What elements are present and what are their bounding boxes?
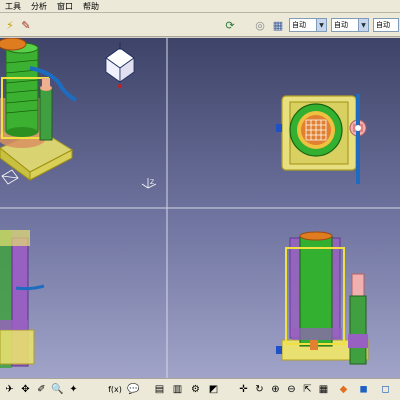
- line-type-combo[interactable]: 自动 ▼: [289, 18, 327, 32]
- catalog-icon[interactable]: ▤: [152, 382, 167, 397]
- bottom-toolbar: ✈ ✥ ✐ 🔍 ✦ f(x) 💬 ▤ ▥ ⚙ ◩ ✛ ↻ ⊕ ⊖ ⇱ ▦ ◆ ◼…: [0, 378, 400, 400]
- line-type-value: 自动: [292, 21, 306, 29]
- normal-view-icon[interactable]: ⇱: [300, 382, 315, 397]
- pan-icon[interactable]: ✛: [236, 382, 251, 397]
- link-icon[interactable]: ✎: [18, 17, 34, 33]
- zoom-out-icon[interactable]: ⊖: [284, 382, 299, 397]
- update-icon[interactable]: ⟳: [222, 17, 238, 33]
- axis-triad: Z: [141, 178, 157, 189]
- snap-icon[interactable]: ⚡: [2, 17, 18, 33]
- move-icon[interactable]: ✥: [18, 382, 33, 397]
- top-toolbar: ⚡ ✎ ⟳ ◎ ▦ 自动 ▼ 自动 ▼ 自动: [0, 13, 400, 37]
- draw-icon[interactable]: ✐: [34, 382, 49, 397]
- multi-view-icon[interactable]: ▦: [316, 382, 331, 397]
- fly-mode-icon[interactable]: ✈: [2, 382, 17, 397]
- chevron-down-icon[interactable]: ▼: [316, 19, 326, 31]
- layer-value: 自动: [376, 21, 390, 29]
- model-viewport[interactable]: Z: [0, 38, 400, 378]
- chevron-down-icon[interactable]: ▼: [358, 19, 368, 31]
- hide-show-icon[interactable]: ◻: [378, 382, 393, 397]
- top-view: [276, 94, 367, 184]
- menu-help[interactable]: 帮助: [78, 0, 104, 13]
- menu-analysis[interactable]: 分析: [26, 0, 52, 13]
- axis-z-label: Z: [150, 179, 154, 186]
- isometric-assembly-view: Z: [0, 38, 157, 189]
- menu-window[interactable]: 窗口: [52, 0, 78, 13]
- menu-tools[interactable]: 工具: [0, 0, 26, 13]
- analysis-icon[interactable]: ⚙: [188, 382, 203, 397]
- shading-icon[interactable]: ◼: [356, 382, 371, 397]
- line-weight-value: 自动: [334, 21, 348, 29]
- compass-icon[interactable]: ✦: [66, 382, 81, 397]
- zoom-in-icon[interactable]: ⊕: [268, 382, 283, 397]
- render-mode-icon[interactable]: ▦: [270, 17, 286, 33]
- layer-combo[interactable]: 自动: [373, 18, 399, 32]
- viewport-canvas[interactable]: Z: [0, 38, 400, 378]
- line-weight-combo[interactable]: 自动 ▼: [331, 18, 369, 32]
- left-view: [0, 230, 45, 368]
- menu-bar: 工具 分析 窗口 帮助: [0, 0, 400, 13]
- iso-view-icon[interactable]: ◆: [336, 382, 351, 397]
- refresh-icon[interactable]: ◎: [252, 17, 268, 33]
- rotate-icon[interactable]: ↻: [252, 382, 267, 397]
- formula-icon[interactable]: f(x): [104, 382, 126, 397]
- measure-icon[interactable]: ▥: [170, 382, 185, 397]
- front-view: [276, 231, 369, 365]
- comment-icon[interactable]: 💬: [126, 382, 141, 397]
- search-icon[interactable]: 🔍: [50, 382, 65, 397]
- part-icon[interactable]: ◩: [206, 382, 221, 397]
- view-compass: [105, 42, 135, 88]
